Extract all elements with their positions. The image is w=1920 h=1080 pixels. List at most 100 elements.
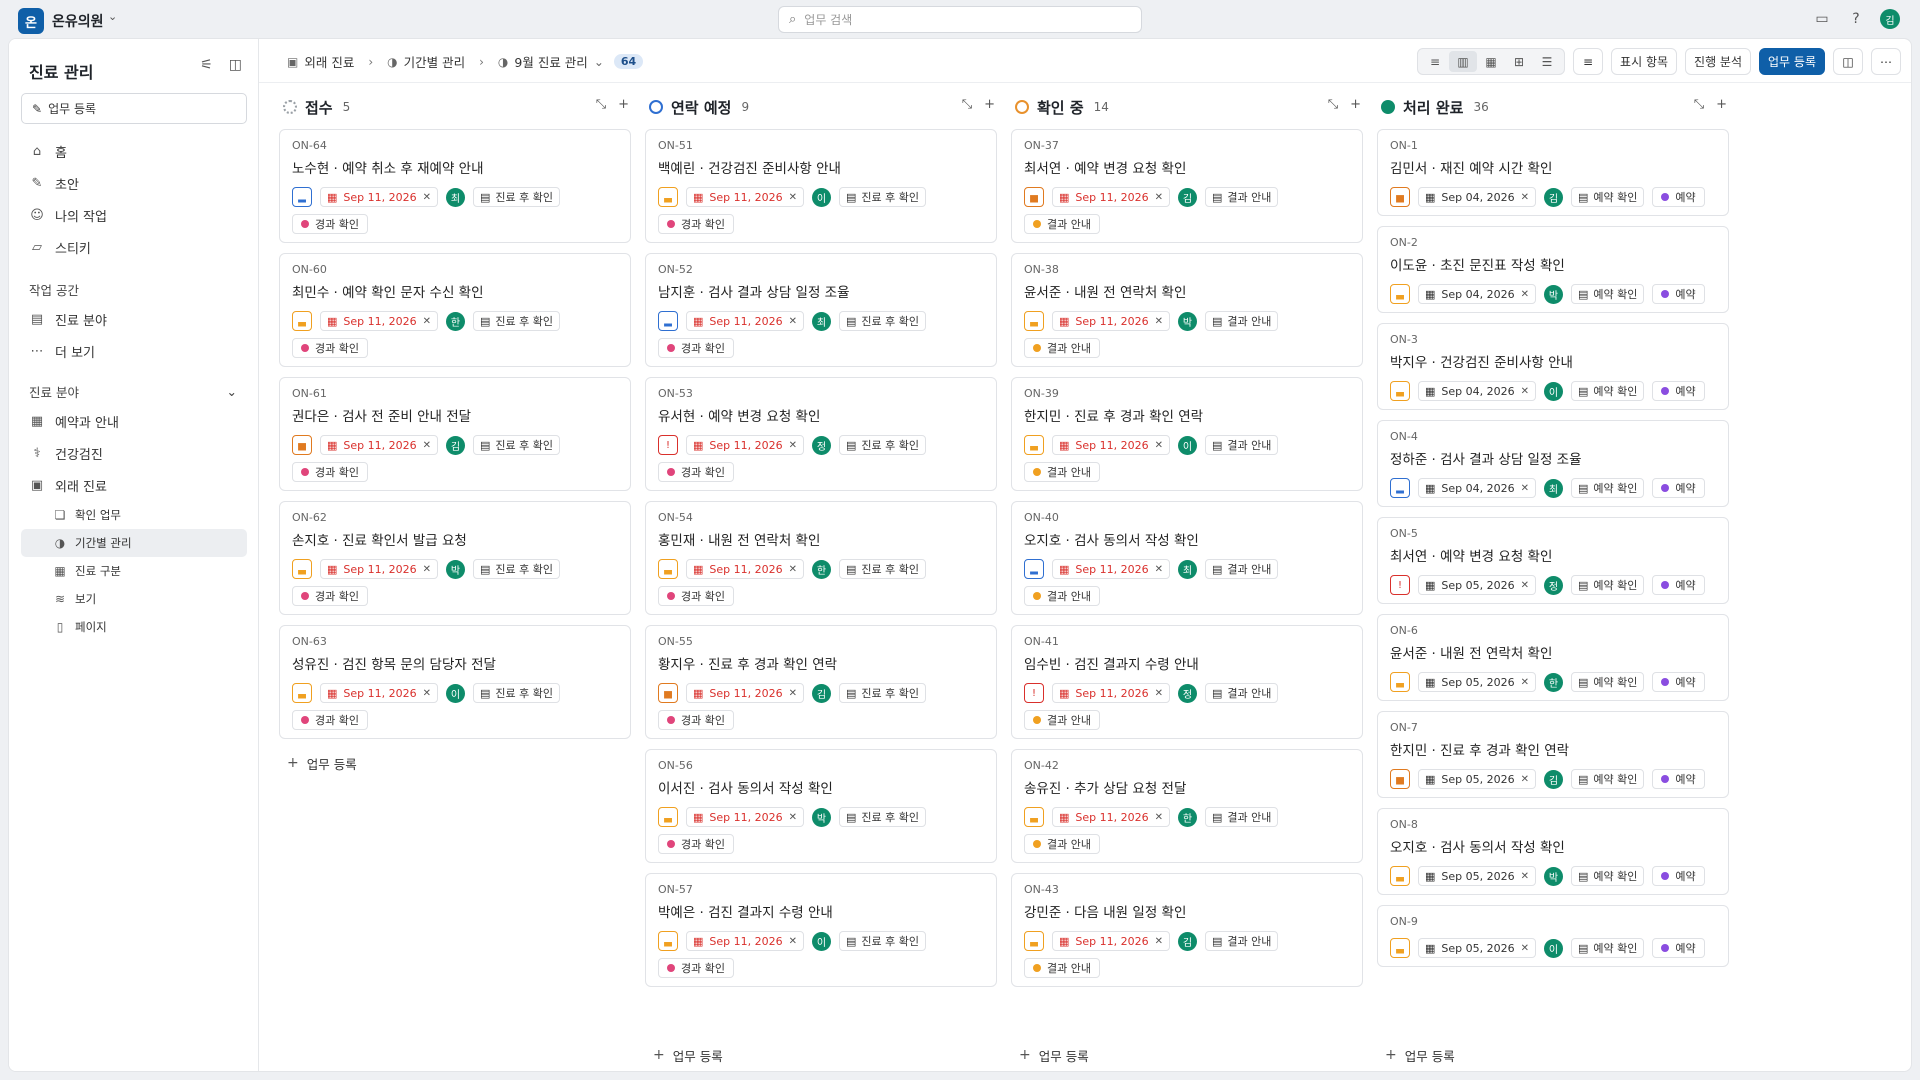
due-date-chip[interactable]: ▦ Sep 05, 2026 ✕ — [1418, 866, 1537, 886]
due-date-chip[interactable]: ▦ Sep 11, 2026 ✕ — [1052, 187, 1171, 207]
priority-icon[interactable]: ▃ — [1390, 672, 1410, 692]
label-chip[interactable]: 경과 확인 — [292, 462, 368, 482]
label-chip[interactable]: 결과 안내 — [1024, 834, 1100, 854]
task-card[interactable]: ON-57 박예은 · 검진 결과지 수령 안내 ▃ ▦ Sep 11, 202… — [645, 873, 997, 987]
assignee-avatar[interactable]: 이 — [446, 683, 466, 703]
priority-icon[interactable]: ! — [1024, 683, 1044, 703]
add-task-footer[interactable]: + 업무 등록 — [645, 1039, 997, 1071]
assignee-avatar[interactable]: 최 — [446, 187, 466, 207]
project-chip[interactable]: ▤ 예약 확인 — [1571, 284, 1645, 304]
priority-icon[interactable]: ! — [658, 435, 678, 455]
priority-icon[interactable]: ▃ — [1390, 866, 1410, 886]
project-chip[interactable]: ▤ 진료 후 확인 — [839, 435, 927, 455]
close-icon[interactable]: ✕ — [1521, 871, 1529, 882]
table-view-icon[interactable]: ⊞ — [1505, 51, 1533, 72]
label-chip[interactable]: 경과 확인 — [658, 586, 734, 606]
assignee-avatar[interactable]: 박 — [812, 807, 832, 827]
project-chip[interactable]: ▤ 결과 안내 — [1205, 435, 1279, 455]
task-card[interactable]: ON-42 송유진 · 추가 상담 요청 전달 ▃ ▦ Sep 11, 2026… — [1011, 749, 1363, 863]
task-card[interactable]: ON-8 오지호 · 검사 동의서 작성 확인 ▃ ▦ Sep 05, 2026… — [1377, 808, 1729, 895]
priority-icon[interactable]: ▃ — [1024, 311, 1044, 331]
close-icon[interactable]: ✕ — [1521, 774, 1529, 785]
label-chip[interactable]: 예약 — [1652, 575, 1705, 595]
project-chip[interactable]: ▤ 결과 안내 — [1205, 807, 1279, 827]
assignee-avatar[interactable]: 정 — [1178, 683, 1198, 703]
project-chip[interactable]: ▤ 예약 확인 — [1571, 187, 1645, 207]
assignee-avatar[interactable]: 이 — [812, 931, 832, 951]
task-card[interactable]: ON-52 남지훈 · 검사 결과 상담 일정 조율 ▂ ▦ Sep 11, 2… — [645, 253, 997, 367]
collapse-icon[interactable]: ⤡ — [596, 97, 606, 112]
task-card[interactable]: ON-37 최서연 · 예약 변경 요청 확인 ▅ ▦ Sep 11, 2026… — [1011, 129, 1363, 243]
priority-icon[interactable]: ▂ — [1024, 559, 1044, 579]
project-chip[interactable]: ▤ 예약 확인 — [1571, 381, 1645, 401]
task-card[interactable]: ON-63 성유진 · 검진 항목 문의 담당자 전달 ▃ ▦ Sep 11, … — [279, 625, 631, 739]
due-date-chip[interactable]: ▦ Sep 05, 2026 ✕ — [1418, 672, 1537, 692]
label-chip[interactable]: 결과 안내 — [1024, 586, 1100, 606]
assignee-avatar[interactable]: 한 — [446, 311, 466, 331]
label-chip[interactable]: 예약 — [1652, 938, 1705, 958]
priority-icon[interactable]: ▃ — [658, 559, 678, 579]
due-date-chip[interactable]: ▦ Sep 11, 2026 ✕ — [686, 931, 805, 951]
sidebar-item-outpatient[interactable]: ▣ 외래 진료 — [21, 469, 247, 501]
close-icon[interactable]: ✕ — [423, 688, 431, 699]
label-chip[interactable]: 결과 안내 — [1024, 710, 1100, 730]
project-chip[interactable]: ▤ 예약 확인 — [1571, 769, 1645, 789]
close-icon[interactable]: ✕ — [1521, 580, 1529, 591]
breadcrumb-cycle[interactable]: ◑ 9월 진료 관리 ⌄ — [498, 52, 604, 71]
assignee-avatar[interactable]: 김 — [812, 683, 832, 703]
due-date-chip[interactable]: ▦ Sep 11, 2026 ✕ — [1052, 435, 1171, 455]
assignee-avatar[interactable]: 정 — [1544, 575, 1564, 595]
add-icon[interactable]: + — [618, 97, 629, 112]
sidebar-item-drafts[interactable]: ✎ 초안 — [21, 167, 247, 199]
add-task-inline[interactable]: + 업무 등록 — [279, 749, 631, 777]
close-icon[interactable]: ✕ — [1155, 936, 1163, 947]
filter-button[interactable]: ≡ — [1573, 48, 1604, 75]
priority-icon[interactable]: ▃ — [658, 187, 678, 207]
task-card[interactable]: ON-56 이서진 · 검사 동의서 작성 확인 ▃ ▦ Sep 11, 202… — [645, 749, 997, 863]
due-date-chip[interactable]: ▦ Sep 04, 2026 ✕ — [1418, 284, 1537, 304]
new-task-button[interactable]: ✎ 업무 등록 — [21, 93, 247, 124]
label-chip[interactable]: 경과 확인 — [292, 586, 368, 606]
assignee-avatar[interactable]: 김 — [1544, 187, 1564, 207]
add-icon[interactable]: + — [1350, 97, 1361, 112]
close-icon[interactable]: ✕ — [1155, 192, 1163, 203]
sidebar-item-more[interactable]: ⋯ 더 보기 — [21, 335, 247, 367]
project-chip[interactable]: ▤ 진료 후 확인 — [839, 807, 927, 827]
assignee-avatar[interactable]: 김 — [1544, 769, 1564, 789]
sidebar-item-checkup[interactable]: ⚕ 건강검진 — [21, 437, 247, 469]
due-date-chip[interactable]: ▦ Sep 11, 2026 ✕ — [320, 187, 439, 207]
task-card[interactable]: ON-54 홍민재 · 내원 전 연락처 확인 ▃ ▦ Sep 11, 2026… — [645, 501, 997, 615]
close-icon[interactable]: ✕ — [789, 812, 797, 823]
priority-icon[interactable]: ▃ — [1390, 284, 1410, 304]
label-chip[interactable]: 예약 — [1652, 478, 1705, 498]
priority-icon[interactable]: ▅ — [292, 435, 312, 455]
task-card[interactable]: ON-40 오지호 · 검사 동의서 작성 확인 ▂ ▦ Sep 11, 202… — [1011, 501, 1363, 615]
close-icon[interactable]: ✕ — [423, 192, 431, 203]
due-date-chip[interactable]: ▦ Sep 11, 2026 ✕ — [320, 435, 439, 455]
task-card[interactable]: ON-1 김민서 · 재진 예약 시간 확인 ▅ ▦ Sep 04, 2026 … — [1377, 129, 1729, 216]
areas-section-label[interactable]: 진료 분야 ⌄ — [21, 377, 247, 405]
task-card[interactable]: ON-5 최서연 · 예약 변경 요청 확인 ! ▦ Sep 05, 2026 … — [1377, 517, 1729, 604]
due-date-chip[interactable]: ▦ Sep 11, 2026 ✕ — [1052, 683, 1171, 703]
due-date-chip[interactable]: ▦ Sep 11, 2026 ✕ — [686, 311, 805, 331]
label-chip[interactable]: 경과 확인 — [658, 958, 734, 978]
project-chip[interactable]: ▤ 예약 확인 — [1571, 866, 1645, 886]
assignee-avatar[interactable]: 이 — [1544, 938, 1564, 958]
project-chip[interactable]: ▤ 예약 확인 — [1571, 672, 1645, 692]
inbox-icon[interactable]: ▭ — [1812, 9, 1832, 29]
assignee-avatar[interactable]: 최 — [1178, 559, 1198, 579]
chevron-down-icon[interactable]: ⌄ — [108, 10, 117, 23]
display-button[interactable]: 표시 항목 — [1611, 48, 1678, 75]
search-input[interactable] — [804, 12, 1105, 27]
label-chip[interactable]: 경과 확인 — [658, 710, 734, 730]
close-icon[interactable]: ✕ — [1521, 943, 1529, 954]
due-date-chip[interactable]: ▦ Sep 05, 2026 ✕ — [1418, 938, 1537, 958]
close-icon[interactable]: ✕ — [1155, 316, 1163, 327]
label-chip[interactable]: 경과 확인 — [658, 214, 734, 234]
add-task-footer[interactable]: + 업무 등록 — [1377, 1039, 1729, 1071]
workspace-name[interactable]: 온유의원 — [52, 11, 104, 31]
assignee-avatar[interactable]: 박 — [1544, 284, 1564, 304]
task-card[interactable]: ON-3 박지우 · 건강검진 준비사항 안내 ▃ ▦ Sep 04, 2026… — [1377, 323, 1729, 410]
sidebar-subitem-views[interactable]: ≋ 보기 — [21, 585, 247, 613]
project-chip[interactable]: ▤ 진료 후 확인 — [473, 187, 561, 207]
